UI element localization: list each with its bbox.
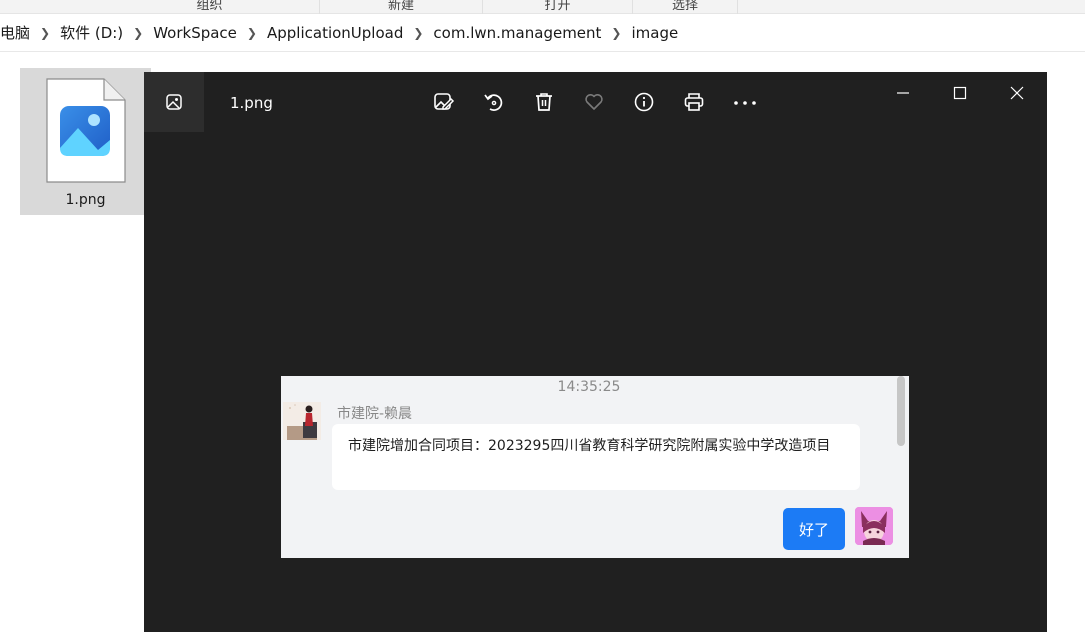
close-icon [1010, 86, 1024, 100]
file-name-label: 1.png [65, 192, 106, 208]
breadcrumb-item-workspace[interactable]: WorkSpace [149, 24, 241, 42]
gallery-button[interactable] [144, 72, 204, 132]
favorite-button[interactable] [582, 90, 606, 114]
ribbon-open[interactable]: 打开 [483, 0, 633, 14]
minimize-icon [897, 92, 909, 94]
rotate-button[interactable] [482, 90, 506, 114]
chat-scrollbar [897, 376, 905, 446]
explorer-ribbon: 组织 新建 打开 选择 [0, 0, 1085, 14]
breadcrumb-item-package[interactable]: com.lwn.management [429, 24, 605, 42]
gallery-icon [166, 94, 182, 110]
incoming-message-bubble: 市建院增加合同项目：2023295四川省教育科学研究院附属实验中学改造项目 [332, 424, 860, 490]
user-avatar [855, 507, 893, 545]
sender-avatar-image [283, 402, 321, 440]
displayed-image: 14:35:25 市建院-赖晨 市建院增加合同项目：2023295四川省教育科学… [281, 376, 909, 558]
edit-image-button[interactable] [432, 90, 456, 114]
user-avatar-image [855, 507, 893, 545]
ribbon-open-label: 打开 [544, 0, 571, 13]
ribbon-new[interactable]: 新建 [320, 0, 483, 14]
more-button[interactable] [732, 90, 758, 114]
more-icon [734, 101, 756, 105]
info-button[interactable] [632, 90, 656, 114]
delete-button[interactable] [532, 90, 556, 114]
image-file-icon [46, 78, 126, 183]
ribbon-organize-label: 组织 [196, 0, 223, 13]
ribbon-organize[interactable]: 组织 [100, 0, 320, 14]
print-icon [684, 93, 704, 111]
chevron-right-icon[interactable]: ❯ [34, 26, 56, 40]
ribbon-new-label: 新建 [387, 0, 414, 13]
chevron-right-icon[interactable]: ❯ [407, 26, 429, 40]
minimize-button[interactable] [889, 82, 917, 104]
chevron-right-icon[interactable]: ❯ [605, 26, 627, 40]
breadcrumb: 电脑 ❯ 软件 (D:) ❯ WorkSpace ❯ ApplicationUp… [0, 14, 1085, 52]
chat-timestamp: 14:35:25 [557, 379, 621, 395]
close-button[interactable] [1003, 82, 1031, 104]
edit-image-icon [434, 93, 455, 110]
maximize-button[interactable] [946, 82, 974, 104]
heart-icon [585, 94, 603, 110]
breadcrumb-item-applicationupload[interactable]: ApplicationUpload [263, 24, 407, 42]
print-button[interactable] [682, 90, 706, 114]
chevron-right-icon[interactable]: ❯ [241, 26, 263, 40]
breadcrumb-item-image[interactable]: image [627, 24, 682, 42]
sender-name: 市建院-赖晨 [337, 406, 413, 422]
viewer-title: 1.png [230, 94, 273, 112]
file-item-selected[interactable]: 1.png [20, 68, 151, 215]
info-icon [634, 92, 654, 112]
maximize-icon [953, 86, 967, 100]
rotate-icon [484, 94, 503, 111]
chevron-right-icon[interactable]: ❯ [127, 26, 149, 40]
outgoing-message-bubble: 好了 [783, 508, 845, 550]
photo-viewer-window: 1.png 14:35:25 市建院-赖晨 市建院增加合同项目：2023295四… [144, 72, 1047, 632]
breadcrumb-item-drive[interactable]: 软件 (D:) [56, 22, 127, 43]
ribbon-select[interactable]: 选择 [633, 0, 738, 14]
delete-icon [536, 93, 552, 111]
sender-avatar [283, 402, 321, 440]
ribbon-select-label: 选择 [671, 0, 698, 13]
breadcrumb-item-pc[interactable]: 电脑 [0, 22, 34, 43]
